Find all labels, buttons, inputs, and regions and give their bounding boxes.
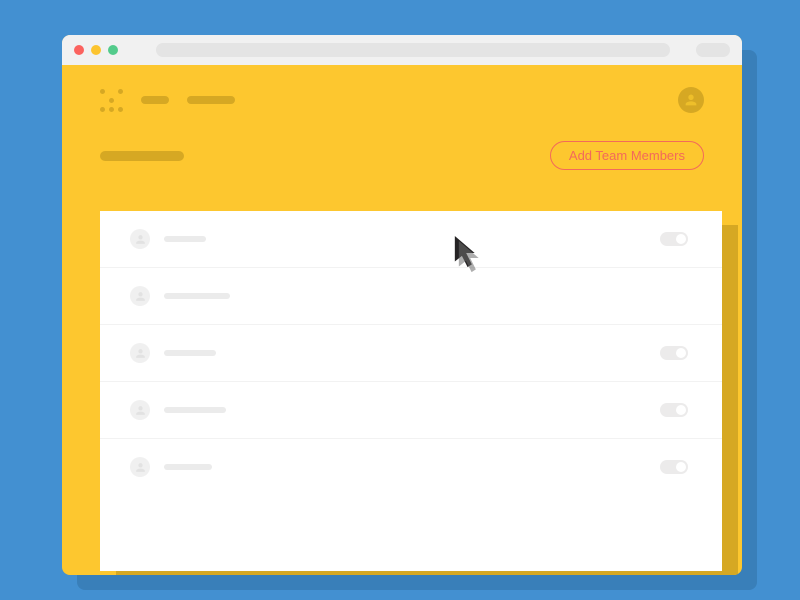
person-icon (134, 461, 147, 474)
member-row (100, 211, 722, 268)
minimize-icon[interactable] (91, 45, 101, 55)
member-avatar (130, 229, 150, 249)
member-row (100, 382, 722, 439)
app-menu-icon[interactable] (100, 89, 123, 112)
close-icon[interactable] (74, 45, 84, 55)
traffic-lights (74, 45, 118, 55)
member-avatar (130, 343, 150, 363)
member-name (164, 293, 230, 299)
nav-item[interactable] (141, 96, 169, 104)
person-icon (683, 92, 699, 108)
member-row (100, 325, 722, 382)
member-toggle[interactable] (660, 346, 688, 360)
person-icon (134, 290, 147, 303)
members-panel (100, 211, 722, 571)
section-title (100, 151, 184, 161)
member-name (164, 464, 212, 470)
member-row (100, 268, 722, 325)
member-avatar (130, 400, 150, 420)
app-header (62, 65, 742, 113)
zoom-icon[interactable] (108, 45, 118, 55)
member-name (164, 407, 226, 413)
address-bar[interactable] (156, 43, 670, 57)
app-window: Add Team Members (62, 35, 742, 575)
member-name (164, 350, 216, 356)
add-team-members-button[interactable]: Add Team Members (550, 141, 704, 170)
member-avatar (130, 286, 150, 306)
new-tab-button[interactable] (696, 43, 730, 57)
member-toggle[interactable] (660, 232, 688, 246)
member-toggle[interactable] (660, 403, 688, 417)
person-icon (134, 404, 147, 417)
nav-item[interactable] (187, 96, 235, 104)
window-titlebar (62, 35, 742, 65)
member-avatar (130, 457, 150, 477)
user-avatar[interactable] (678, 87, 704, 113)
member-row (100, 439, 722, 495)
person-icon (134, 233, 147, 246)
member-toggle[interactable] (660, 460, 688, 474)
section-header: Add Team Members (62, 113, 742, 186)
member-name (164, 236, 206, 242)
person-icon (134, 347, 147, 360)
